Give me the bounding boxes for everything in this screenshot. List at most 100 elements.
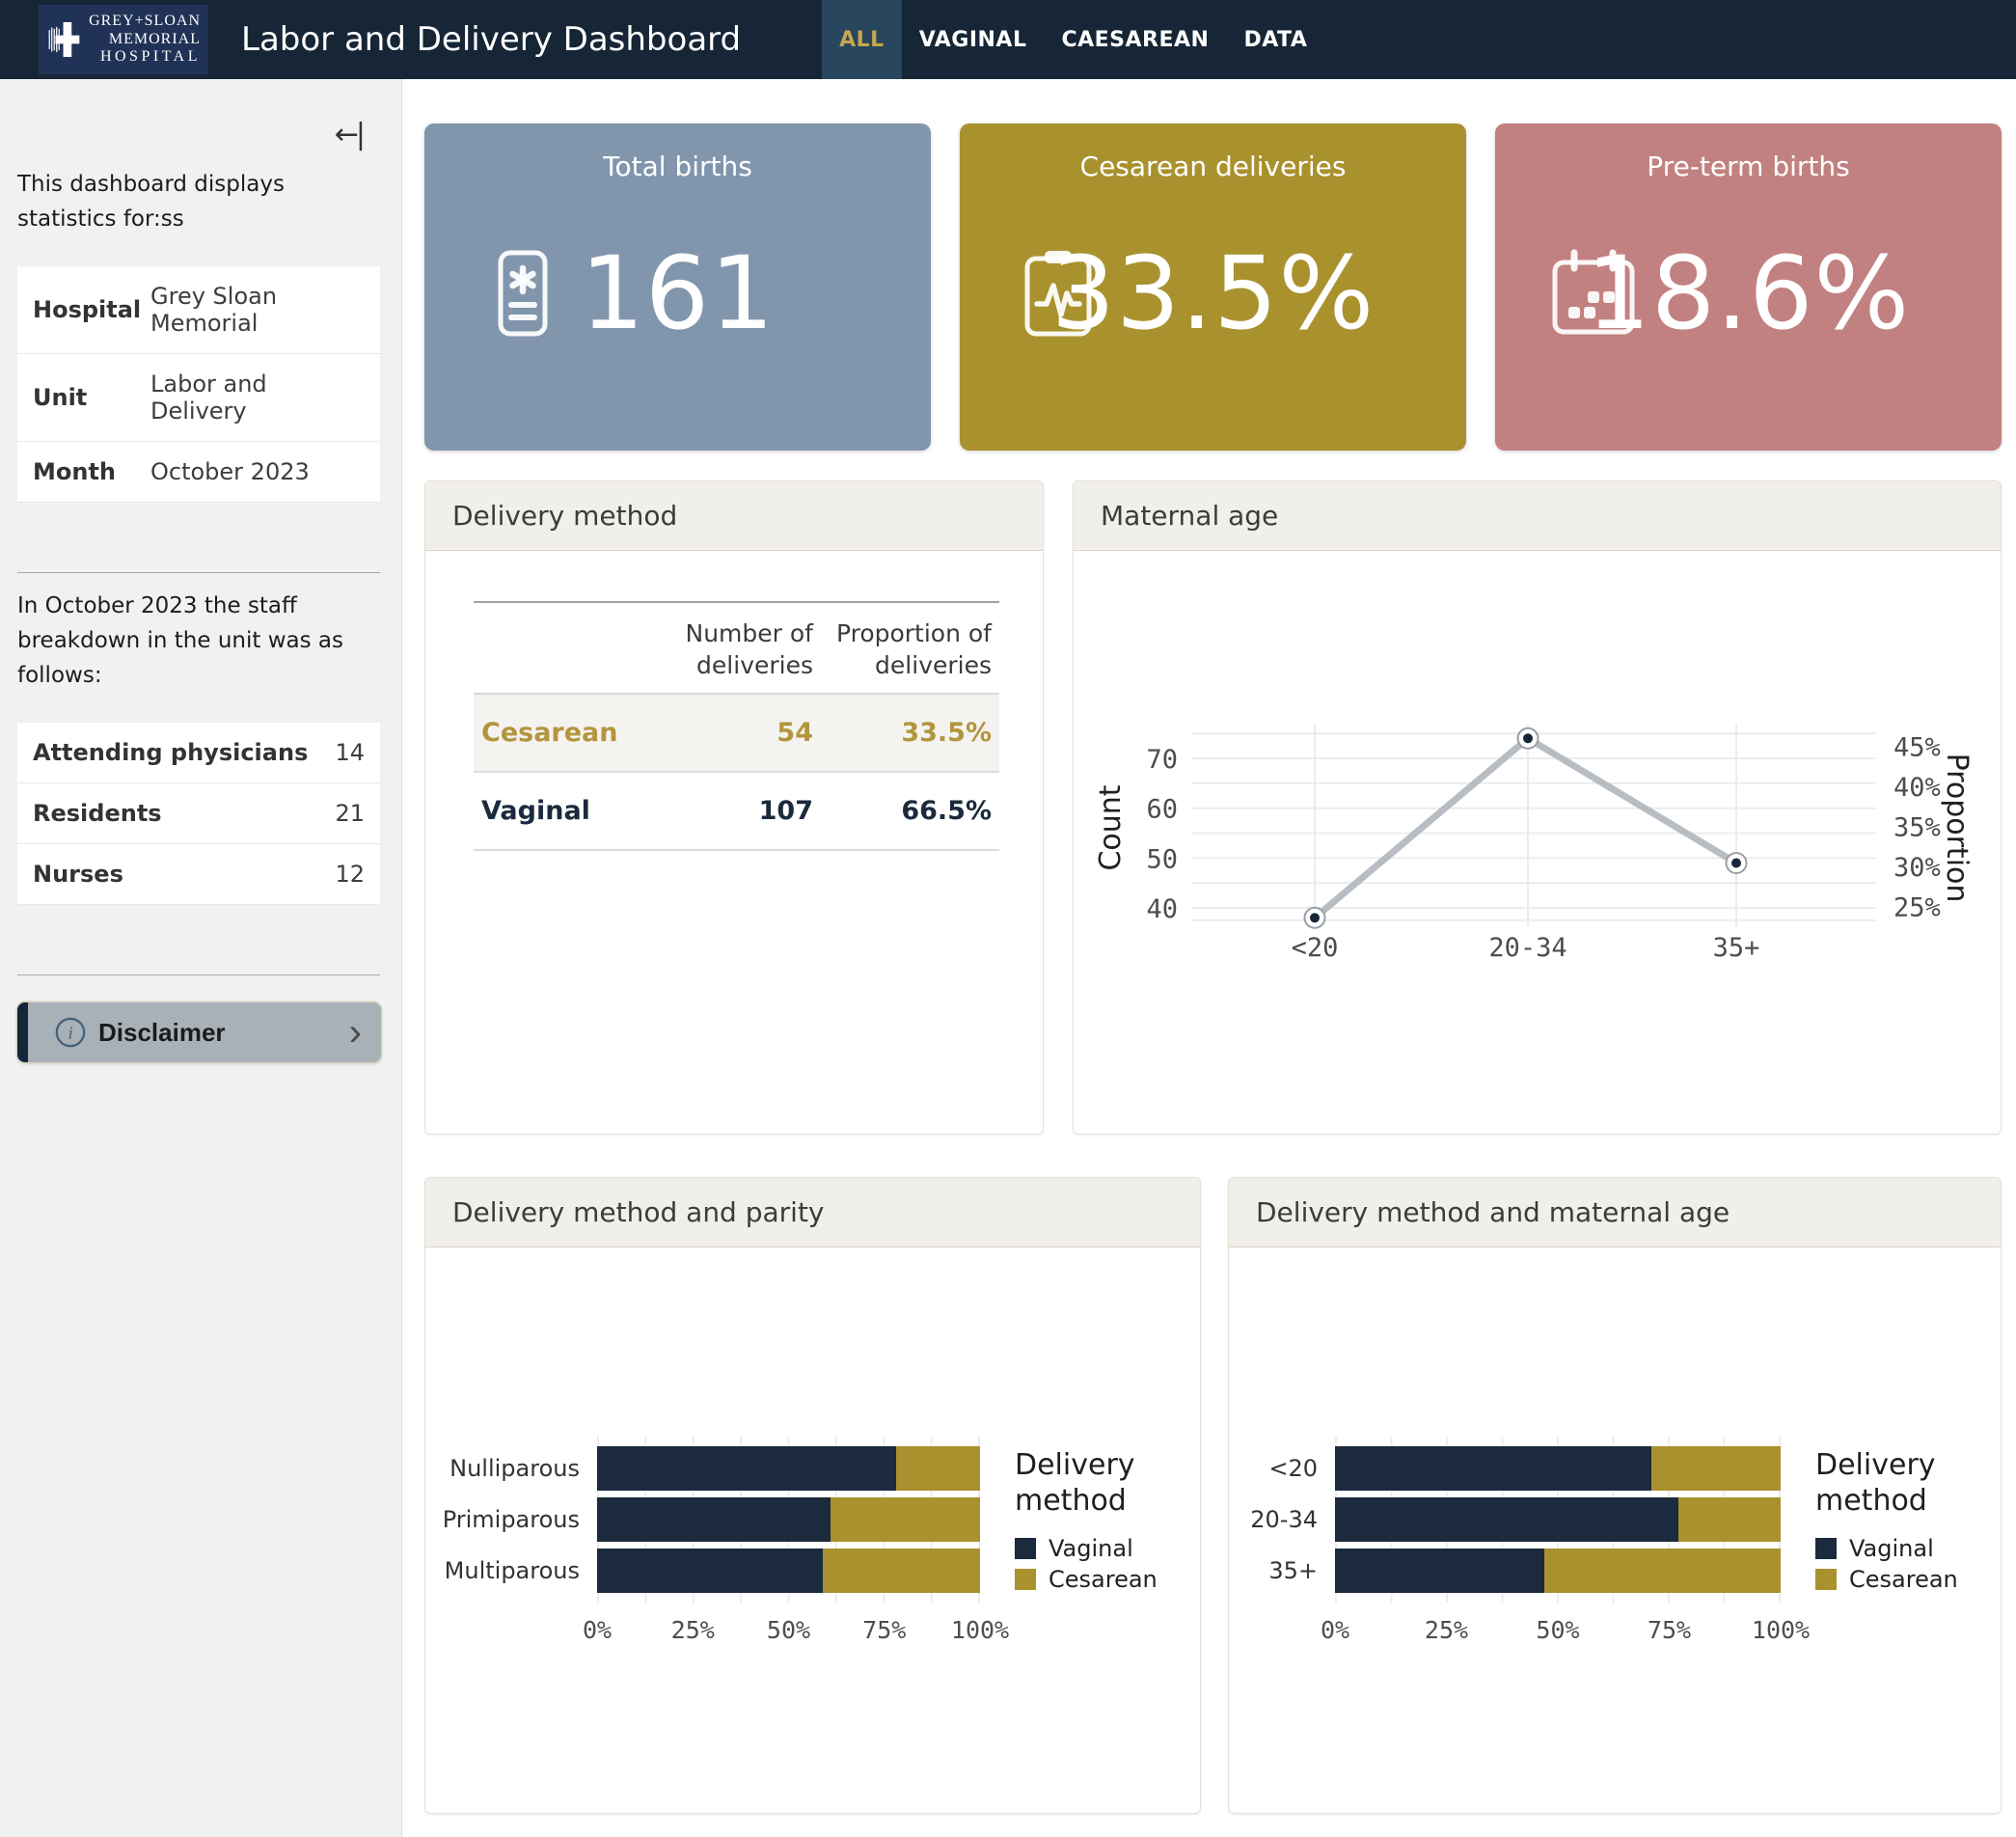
tab-all[interactable]: ALL (822, 0, 902, 79)
value-boxes: Total births161Cesarean deliveries33.5%P… (424, 123, 2002, 451)
table-row: Cesarean5433.5% (474, 694, 999, 772)
legend-swatch (1015, 1569, 1036, 1590)
column-header (474, 602, 667, 694)
value-box-total-births: Total births 161 (424, 123, 931, 451)
hospital-logo: GREY+SLOAN MEMORIAL HOSPITAL (39, 5, 208, 74)
parity-chart-card: Delivery method and parity Nulliparous Pr… (424, 1177, 1201, 1814)
bar--20 (1335, 1446, 1781, 1491)
age-stacked-bar-chart: <2020-3435+0%25%50%75%100%Delivery metho… (1229, 1437, 2001, 1603)
value-box-value: 161 (581, 234, 776, 352)
bar-nulliparous (597, 1446, 980, 1491)
card-title: Maternal age (1074, 481, 2001, 551)
bar-35- (1335, 1549, 1781, 1593)
calendar-icon (1545, 245, 1642, 342)
sidebar-divider (17, 572, 380, 573)
value-box-title: Cesarean deliveries (960, 151, 1466, 182)
value-box-cesarean-deliveries: Cesarean deliveries33.5% (960, 123, 1466, 451)
svg-text:70: 70 (1146, 745, 1178, 775)
svg-text:i: i (68, 1023, 72, 1042)
bar-segment-cesarean (831, 1497, 980, 1542)
svg-text:25%: 25% (1893, 893, 1941, 923)
svg-text:40: 40 (1146, 894, 1178, 924)
value-box-pre-term-births: Pre-term births18.6% (1495, 123, 2002, 451)
sidebar: ←| This dashboard displays statistics fo… (0, 79, 402, 1837)
svg-text:40%: 40% (1893, 773, 1941, 803)
card-title: Delivery method (425, 481, 1043, 551)
svg-text:45%: 45% (1893, 732, 1941, 762)
value-box-title: Pre-term births (1495, 151, 2002, 182)
category-label: <20 (1246, 1446, 1335, 1491)
bar-segment-vaginal (597, 1446, 896, 1491)
bar-20-34 (1335, 1497, 1781, 1542)
sidebar-divider (17, 974, 380, 975)
legend-item-vaginal: Vaginal (1015, 1535, 1200, 1562)
bar-segment-cesarean (1651, 1446, 1781, 1491)
bar-primiparous (597, 1497, 980, 1542)
table-row: UnitLabor and Delivery (17, 354, 380, 442)
bar-segment-cesarean (1678, 1497, 1781, 1542)
legend-item-cesarean: Cesarean (1015, 1566, 1200, 1593)
disclaimer-button[interactable]: i Disclaimer › (17, 1002, 381, 1062)
age-chart-card: Delivery method and maternal age <20 20-3… (1228, 1177, 2002, 1814)
table-row: Attending physicians14 (17, 722, 380, 783)
column-header: Number of deliveries (667, 602, 821, 694)
tab-caesarean[interactable]: CAESAREAN (1044, 0, 1226, 79)
info-table: HospitalGrey Sloan MemorialUnitLabor and… (17, 265, 380, 503)
category-label: 20-34 (1246, 1497, 1335, 1542)
bar-segment-vaginal (1335, 1446, 1651, 1491)
maternal-age-line-chart: 4050607025%30%35%40%45%<2020-3435+CountP… (1074, 551, 2001, 1134)
card-title: Delivery method and maternal age (1229, 1178, 2001, 1248)
card-title: Delivery method and parity (425, 1178, 1200, 1248)
category-label: 35+ (1246, 1549, 1335, 1593)
legend-swatch (1815, 1569, 1837, 1590)
sidebar-collapse-icon[interactable]: ←| (17, 118, 380, 151)
staff-intro: In October 2023 the staff breakdown in t… (17, 589, 380, 693)
bar-segment-vaginal (597, 1549, 823, 1593)
staff-table: Attending physicians14Residents21Nurses1… (17, 722, 380, 905)
bar-segment-cesarean (896, 1446, 980, 1491)
svg-text:50: 50 (1146, 844, 1178, 874)
bar-segment-cesarean (823, 1549, 980, 1593)
navbar: GREY+SLOAN MEMORIAL HOSPITAL Labor and D… (0, 0, 2016, 79)
clipboard-pulse-icon (1010, 245, 1106, 342)
category-label: Multiparous (443, 1549, 597, 1593)
legend: Delivery methodVaginalCesarean (1781, 1447, 2001, 1593)
bar-segment-vaginal (1335, 1549, 1544, 1593)
x-axis-ticks: 0%25%50%75%100% (597, 1616, 980, 1647)
category-label: Primiparous (443, 1497, 597, 1542)
sidebar-intro: This dashboard displays statistics for:s… (17, 167, 380, 236)
nav-tabs: ALLVAGINALCAESAREANDATA (822, 0, 1324, 79)
table-row: MonthOctober 2023 (17, 442, 380, 503)
page-title: Labor and Delivery Dashboard (241, 20, 741, 59)
bar-segment-vaginal (597, 1497, 831, 1542)
table-row: Residents21 (17, 783, 380, 844)
hospital-logo-text: GREY+SLOAN MEMORIAL HOSPITAL (89, 13, 201, 68)
svg-text:Count: Count (1094, 784, 1128, 870)
disclaimer-accent-bar (17, 1002, 28, 1062)
medical-report-icon (475, 245, 571, 342)
tab-data[interactable]: DATA (1226, 0, 1324, 79)
parity-stacked-bar-chart: NulliparousPrimiparousMultiparous0%25%50… (425, 1437, 1200, 1603)
delivery-method-table: Number of deliveriesProportion of delive… (474, 601, 999, 851)
legend-item-vaginal: Vaginal (1815, 1535, 2001, 1562)
svg-text:Proportion: Proportion (1940, 754, 1974, 903)
legend: Delivery methodVaginalCesarean (980, 1447, 1200, 1593)
category-label: Nulliparous (443, 1446, 597, 1491)
main-content: Total births161Cesarean deliveries33.5%P… (402, 79, 2016, 1837)
maternal-age-card: Maternal age 4050607025%30%35%40%45%<202… (1073, 480, 2002, 1135)
legend-swatch (1815, 1538, 1837, 1559)
bar-multiparous (597, 1549, 980, 1593)
svg-text:<20: <20 (1292, 933, 1339, 963)
info-icon: i (54, 1016, 87, 1049)
tab-vaginal[interactable]: VAGINAL (902, 0, 1045, 79)
svg-text:35+: 35+ (1713, 933, 1760, 963)
disclaimer-label: Disclaimer (98, 1018, 226, 1048)
svg-text:30%: 30% (1893, 853, 1941, 883)
x-axis-ticks: 0%25%50%75%100% (1335, 1616, 1781, 1647)
value-box-title: Total births (424, 151, 931, 182)
bar-segment-cesarean (1544, 1549, 1781, 1593)
table-row: Nurses12 (17, 844, 380, 905)
svg-text:35%: 35% (1893, 813, 1941, 843)
column-header: Proportion of deliveries (821, 602, 999, 694)
hospital-cross-icon (48, 11, 83, 69)
